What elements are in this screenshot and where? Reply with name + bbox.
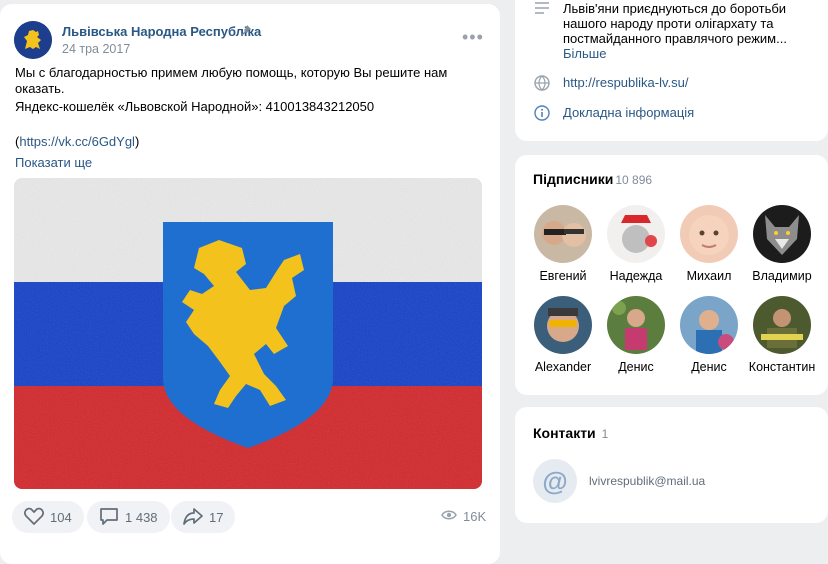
heart-icon	[24, 507, 44, 528]
at-icon: @	[533, 459, 577, 503]
show-more-link[interactable]: Показати ще	[15, 155, 92, 170]
description-icon	[533, 1, 551, 61]
share-icon	[183, 507, 203, 528]
post-text-line: Яндекс-кошелёк «Львовской Народной»: 410…	[15, 99, 375, 114]
website-row[interactable]: http://respublika-lv.su/	[533, 75, 688, 94]
avatar	[680, 205, 738, 263]
details-row[interactable]: Докладна інформація	[533, 105, 694, 124]
post-date[interactable]: 24 тра 2017	[62, 42, 130, 56]
eye-icon	[441, 509, 457, 524]
contact-email[interactable]: lvivrespublik@mail.ua	[589, 474, 705, 488]
subscriber-item[interactable]: Владимир	[745, 205, 819, 283]
description-row: Львів'яни приєднуються до боротьби нашог…	[533, 1, 798, 61]
post-link-line: (https://vk.cc/6GdYgl)	[15, 134, 139, 150]
avatar	[534, 205, 592, 263]
subscriber-item[interactable]: Константин	[745, 296, 819, 374]
post-image[interactable]	[14, 178, 482, 489]
comment-icon	[99, 507, 119, 528]
share-count: 17	[209, 509, 224, 525]
like-button[interactable]: 104	[12, 501, 84, 533]
avatar	[534, 296, 592, 354]
avatar	[753, 296, 811, 354]
contacts-card: Контакти 1 @ lvivrespublik@mail.ua	[515, 407, 828, 523]
like-count: 104	[50, 509, 72, 525]
subscriber-name: Константин	[748, 360, 816, 374]
group-info-card: Львів'яни приєднуються до боротьби нашог…	[515, 0, 828, 141]
paren-close: )	[134, 134, 140, 149]
post-text-line: Мы с благодарностью примем любую помощь,…	[15, 65, 448, 96]
contacts-label: Контакти	[533, 425, 596, 441]
subscriber-name: Денис	[691, 360, 727, 374]
avatar	[607, 205, 665, 263]
group-name-link[interactable]: Львівська Народна Республіка	[62, 24, 261, 39]
subscriber-item[interactable]: Денис	[672, 296, 746, 374]
info-icon	[533, 105, 551, 124]
avatar	[607, 296, 665, 354]
more-link[interactable]: Більше	[563, 46, 798, 61]
subscriber-item[interactable]: Надежда	[599, 205, 673, 283]
details-link[interactable]: Докладна інформація	[563, 105, 694, 124]
subscriber-item[interactable]: Евгений	[526, 205, 600, 283]
more-icon[interactable]: •••	[462, 27, 484, 48]
subscriber-name: Владимир	[752, 269, 812, 283]
subscriber-name: Alexander	[534, 360, 592, 374]
contacts-count: 1	[601, 427, 609, 441]
comment-count: 1 438	[125, 509, 158, 525]
subscriber-item[interactable]: Alexander	[526, 296, 600, 374]
group-avatar[interactable]	[14, 21, 52, 59]
website-link[interactable]: http://respublika-lv.su/	[563, 75, 688, 94]
subscribers-label: Підписники	[533, 171, 614, 187]
avatar	[680, 296, 738, 354]
post-card: Львівська Народна Республіка 24 тра 2017…	[0, 4, 500, 564]
subscriber-name: Михаил	[686, 269, 732, 283]
pin-icon	[240, 24, 252, 39]
subscribers-card: Підписники 10 896 Евгений Надежда Михаил …	[515, 155, 828, 395]
contacts-title[interactable]: Контакти 1	[533, 425, 608, 441]
comment-button[interactable]: 1 438	[87, 501, 170, 533]
share-button[interactable]: 17	[171, 501, 236, 533]
subscriber-name: Надежда	[609, 269, 663, 283]
contact-item[interactable]: @ lvivrespublik@mail.ua	[533, 459, 705, 503]
globe-icon	[533, 75, 551, 94]
post-link[interactable]: https://vk.cc/6GdYgl	[19, 134, 135, 149]
group-description: Львів'яни приєднуються до боротьби нашог…	[563, 1, 787, 46]
subscriber-item[interactable]: Михаил	[672, 205, 746, 283]
subscribers-count: 10 896	[615, 173, 653, 187]
subscriber-item[interactable]: Денис	[599, 296, 673, 374]
avatar	[753, 205, 811, 263]
subscriber-name: Денис	[618, 360, 654, 374]
views-count: 16K	[463, 509, 487, 524]
views-counter: 16K	[441, 509, 486, 524]
subscribers-title[interactable]: Підписники 10 896	[533, 171, 652, 187]
subscriber-name: Евгений	[539, 269, 587, 283]
